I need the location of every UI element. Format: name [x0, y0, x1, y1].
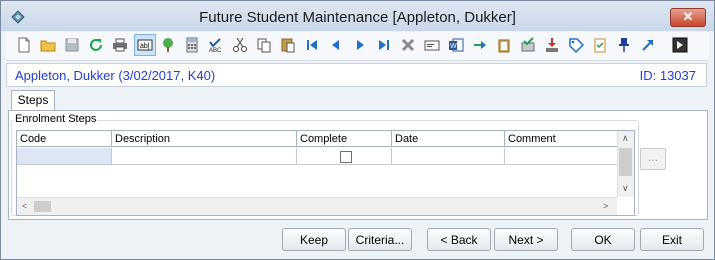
download-icon[interactable] [542, 35, 562, 55]
horizontal-scrollbar[interactable]: < > [17, 197, 617, 215]
column-header-description[interactable]: Description [112, 131, 297, 147]
vertical-scrollbar[interactable]: ∧ ∨ [617, 131, 634, 197]
svg-text:ab|: ab| [140, 43, 150, 50]
scroll-left-icon[interactable]: < [22, 201, 27, 211]
student-id-label: ID: 13037 [639, 68, 696, 83]
ellipsis-button[interactable]: ... [640, 148, 666, 170]
close-button[interactable]: ✕ [670, 8, 706, 27]
cell-code[interactable] [17, 148, 112, 165]
copy-icon[interactable] [254, 35, 274, 55]
student-name-label: Appleton, Dukker (3/02/2017, K40) [15, 68, 216, 83]
open-folder-icon[interactable] [38, 35, 58, 55]
toolbar: ab| ABC W [6, 32, 709, 61]
new-icon[interactable] [14, 35, 34, 55]
svg-text:ABC: ABC [209, 48, 222, 53]
clipboard-icon[interactable] [494, 35, 514, 55]
scroll-up-icon[interactable]: ∧ [622, 133, 629, 144]
calculator-icon[interactable] [182, 35, 202, 55]
student-info-bar: Appleton, Dukker (3/02/2017, K40) ID: 13… [6, 63, 707, 87]
svg-text:W: W [450, 43, 457, 50]
first-record-icon[interactable] [302, 35, 322, 55]
paste-icon[interactable] [278, 35, 298, 55]
cell-date[interactable] [392, 148, 505, 165]
main-window: Future Student Maintenance [Appleton, Du… [0, 0, 715, 260]
save-icon[interactable] [62, 35, 82, 55]
tab-steps[interactable]: Steps [11, 90, 55, 111]
tag-icon[interactable] [566, 35, 586, 55]
cell-comment[interactable] [505, 148, 617, 165]
cell-description[interactable] [112, 148, 297, 165]
cut-icon[interactable] [230, 35, 250, 55]
last-record-icon[interactable] [374, 35, 394, 55]
column-header-complete[interactable]: Complete [297, 131, 392, 147]
exit-icon[interactable] [670, 35, 690, 55]
window-title: Future Student Maintenance [Appleton, Du… [199, 9, 516, 26]
exit-button[interactable]: Exit [640, 228, 704, 251]
tree-icon[interactable] [158, 35, 178, 55]
complete-checkbox[interactable] [340, 151, 352, 163]
checklist-icon[interactable] [590, 35, 610, 55]
back-button[interactable]: < Back [427, 228, 491, 251]
text-field-icon[interactable]: ab| [134, 34, 156, 56]
print-icon[interactable] [110, 35, 130, 55]
scroll-down-icon[interactable]: ∨ [622, 183, 629, 194]
refresh-icon[interactable] [86, 35, 106, 55]
enrolment-steps-grid[interactable]: Code Description Complete Date Comment ∧… [16, 130, 635, 216]
approve-icon[interactable] [518, 35, 538, 55]
column-header-date[interactable]: Date [392, 131, 505, 147]
card-icon[interactable] [422, 35, 442, 55]
enrolment-steps-label: Enrolment Steps [14, 113, 98, 125]
column-header-code[interactable]: Code [17, 131, 112, 147]
vertical-scroll-thumb[interactable] [619, 148, 632, 176]
keep-button[interactable]: Keep [282, 228, 346, 251]
next-button[interactable]: Next > [494, 228, 558, 251]
spellcheck-icon[interactable]: ABC [206, 35, 226, 55]
word-document-icon[interactable]: W [446, 35, 466, 55]
ok-button[interactable]: OK [571, 228, 635, 251]
horizontal-scroll-thumb[interactable] [34, 201, 51, 212]
column-header-comment[interactable]: Comment [505, 131, 617, 147]
scroll-right-icon[interactable]: > [603, 201, 608, 211]
pin-icon[interactable] [614, 35, 634, 55]
criteria-button[interactable]: Criteria... [348, 228, 412, 251]
delete-icon[interactable] [398, 35, 418, 55]
forward-icon[interactable] [470, 35, 490, 55]
arrow-up-right-icon[interactable] [638, 35, 658, 55]
previous-record-icon[interactable] [326, 35, 346, 55]
title-bar[interactable]: Future Student Maintenance [Appleton, Du… [1, 1, 714, 31]
close-icon: ✕ [682, 9, 694, 24]
next-record-icon[interactable] [350, 35, 370, 55]
